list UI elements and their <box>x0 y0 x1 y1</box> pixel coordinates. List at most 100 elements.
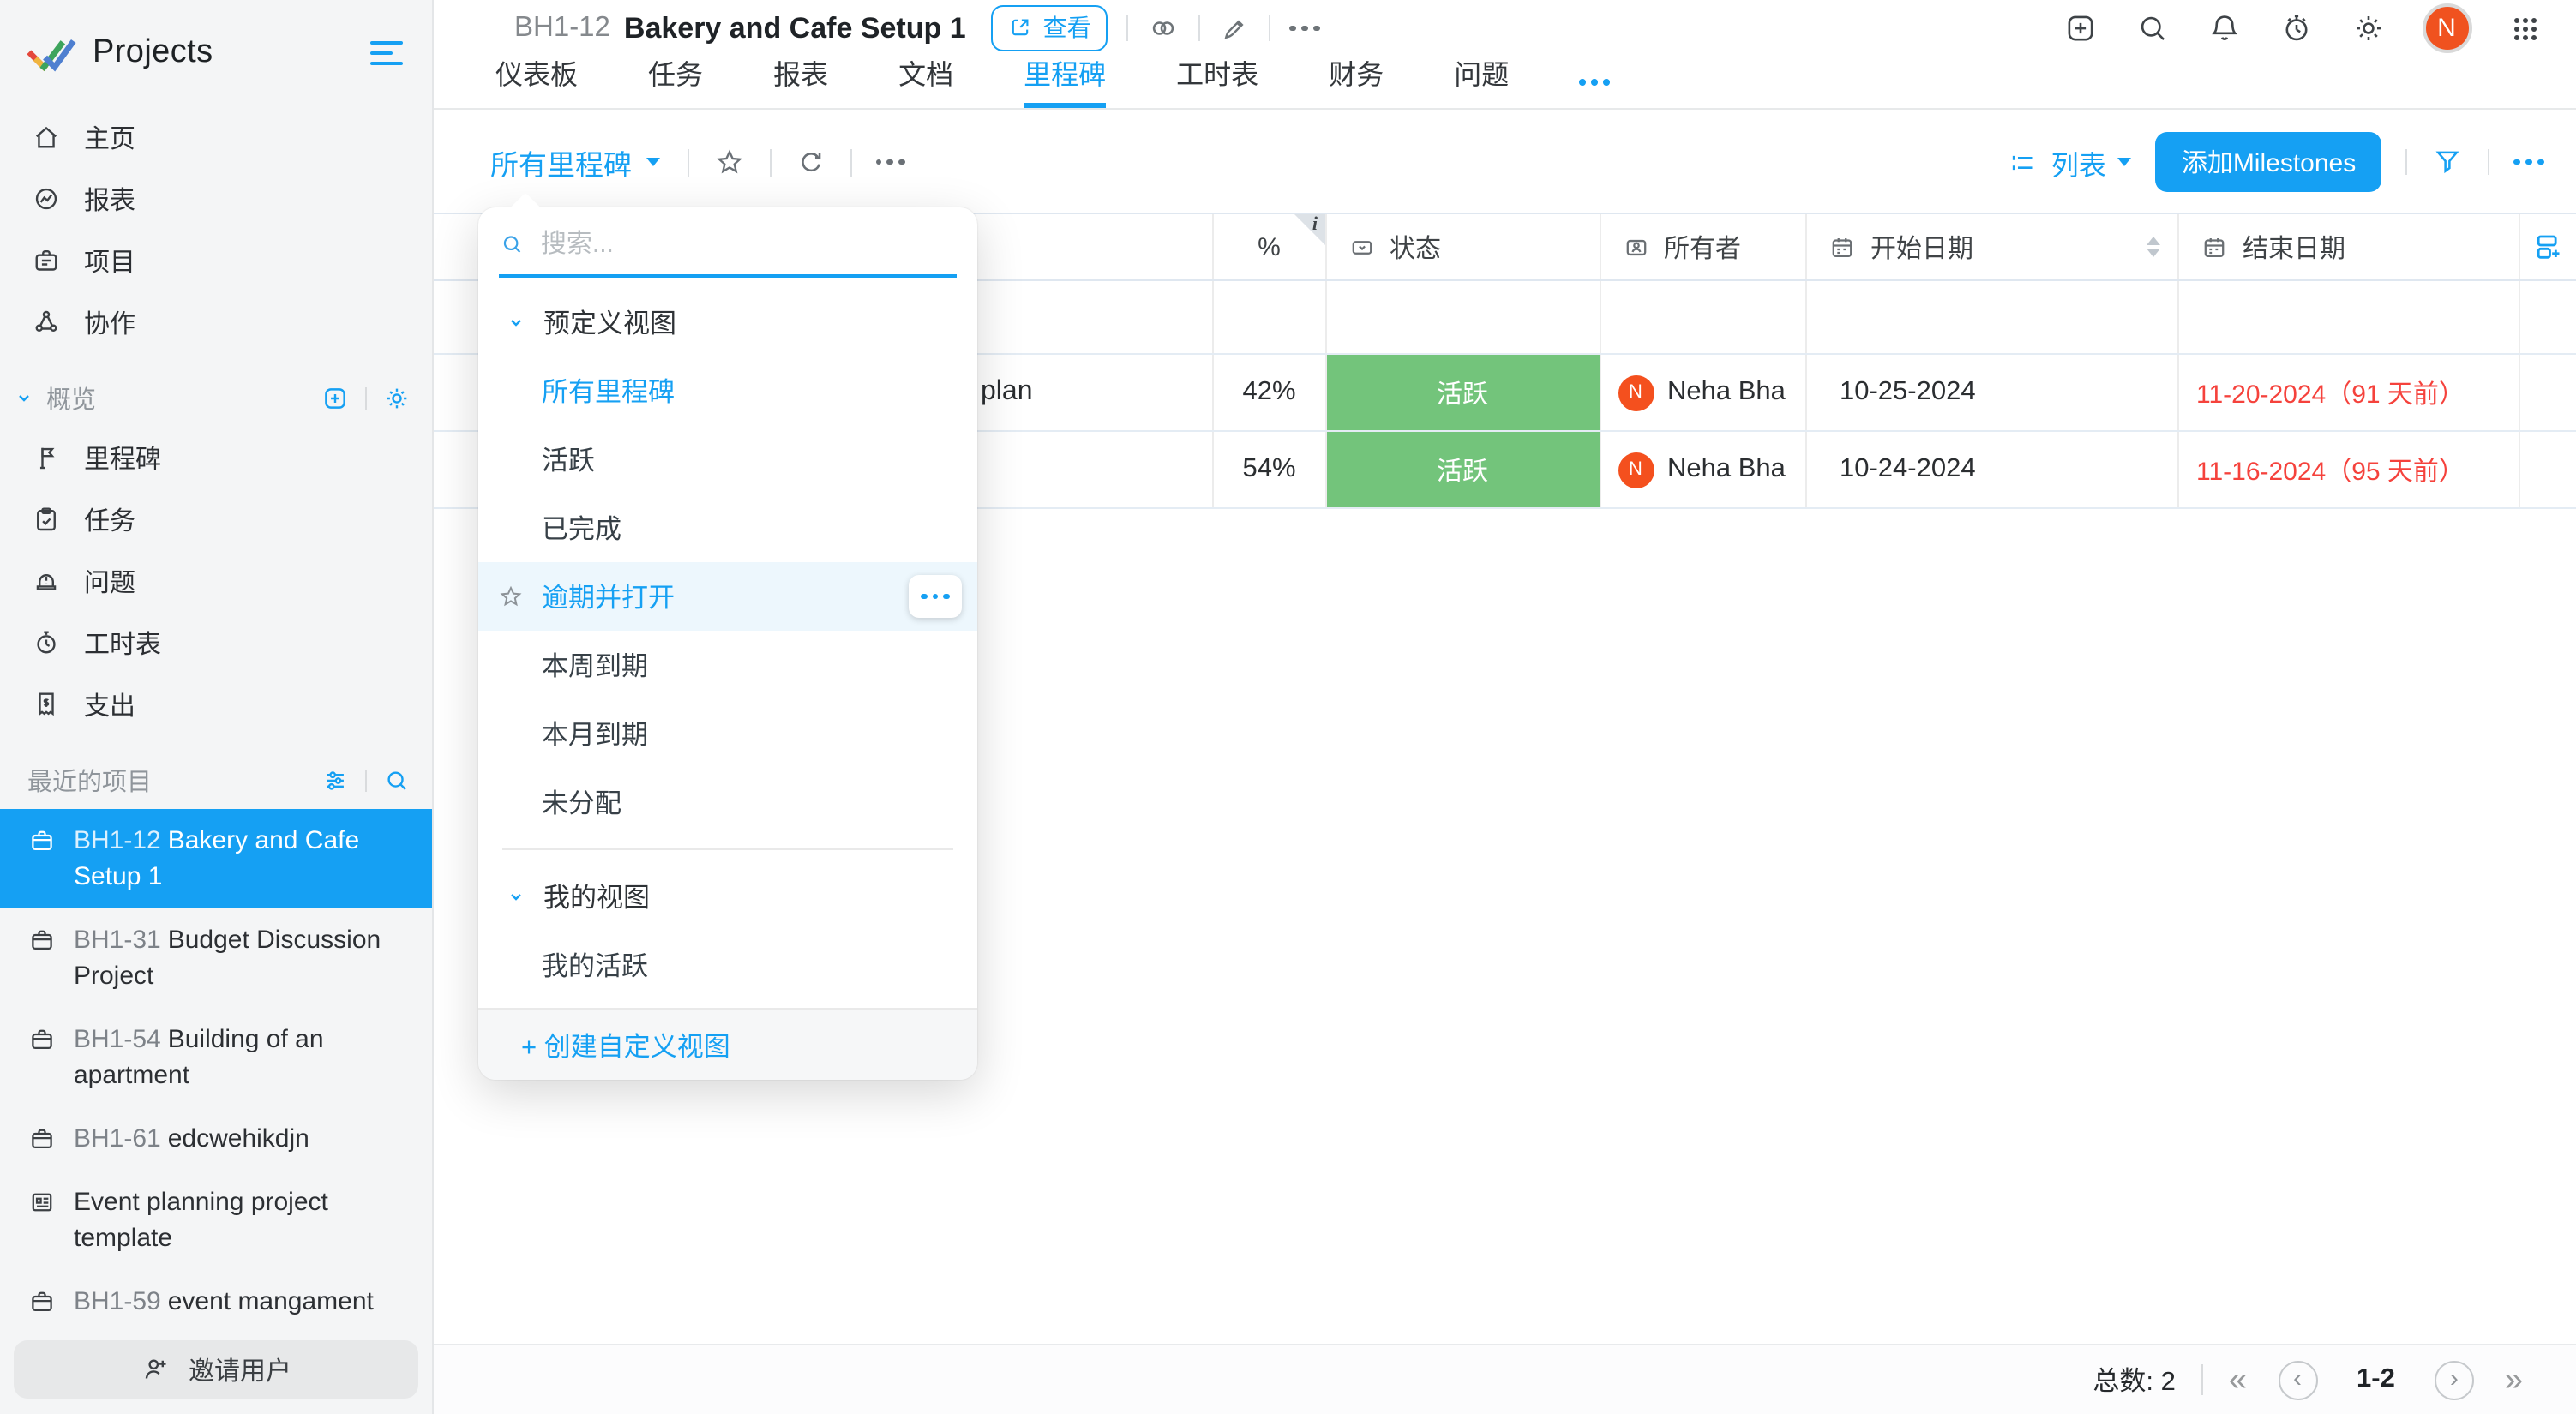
view-item-overdue-open[interactable]: 逾期并打开 <box>478 562 977 631</box>
column-header-end-date[interactable]: 结束日期 <box>2179 214 2519 279</box>
search-projects-icon[interactable] <box>382 765 411 794</box>
column-label: 结束日期 <box>2243 229 2345 265</box>
add-column-cell[interactable] <box>2519 214 2576 279</box>
sidebar-item-reports[interactable]: 报表 <box>0 168 432 230</box>
project-id-label: BH1-12 <box>514 12 610 45</box>
recent-projects-header: 最近的项目 <box>0 751 432 809</box>
tab-issues[interactable]: 问题 <box>1454 51 1509 108</box>
quick-add-icon[interactable] <box>2062 10 2098 46</box>
invite-user-icon <box>141 1354 171 1385</box>
settings-gear-icon[interactable] <box>382 383 411 412</box>
global-search-icon[interactable] <box>2134 10 2170 46</box>
status-badge[interactable]: 活跃 <box>1326 355 1599 430</box>
start-date: 10-24-2024 <box>1807 454 1976 485</box>
overview-section-header: 概览 <box>0 368 432 427</box>
toolbar-right-more-icon[interactable] <box>2513 159 2543 165</box>
search-input[interactable] <box>541 230 957 259</box>
view-project-label: 查看 <box>1043 10 1091 45</box>
sort-arrows-icon[interactable] <box>2147 237 2160 258</box>
chevron-down-icon[interactable] <box>14 387 34 408</box>
sidebar-item-expenses[interactable]: 支出 <box>0 674 432 735</box>
prev-page-icon[interactable]: ‹ <box>2278 1360 2317 1399</box>
chevron-down-icon <box>506 312 526 333</box>
sidebar-item-tasks[interactable]: 任务 <box>0 488 432 550</box>
tab-tasks[interactable]: 任务 <box>648 51 703 108</box>
layout-selector-label: 列表 <box>2051 141 2106 183</box>
view-item-more-button[interactable] <box>909 575 962 618</box>
panel-search <box>478 207 977 278</box>
sidebar-item-home[interactable]: 主页 <box>0 106 432 168</box>
view-item-active[interactable]: 活跃 <box>478 425 977 494</box>
refresh-icon[interactable] <box>795 147 826 177</box>
timer-clock-icon[interactable] <box>2278 10 2314 46</box>
column-header-owner[interactable]: 所有者 <box>1600 214 1807 279</box>
filter-funnel-icon[interactable] <box>2431 146 2464 178</box>
milestone-percent: 42% <box>1242 377 1295 408</box>
view-item-my-active[interactable]: 我的活跃 <box>478 931 977 999</box>
sidebar-item-label: 支出 <box>84 686 135 722</box>
tab-finance[interactable]: 财务 <box>1329 51 1384 108</box>
tab-milestones[interactable]: 里程碑 <box>1024 51 1106 108</box>
recent-project-row[interactable]: BH1-61edcwehikdjn <box>0 1107 432 1171</box>
app-grid-icon[interactable] <box>2507 11 2542 45</box>
tab-reports[interactable]: 报表 <box>773 51 828 108</box>
home-icon <box>31 122 62 153</box>
first-page-icon[interactable]: « <box>2229 1363 2247 1396</box>
view-item-all-milestones[interactable]: 所有里程碑 <box>478 356 977 425</box>
title-more-icon[interactable] <box>1290 25 1320 32</box>
recent-project-row[interactable]: BH1-59event mangament <box>0 1270 432 1318</box>
caret-down-icon <box>2118 158 2132 166</box>
create-custom-view-button[interactable]: + 创建自定义视图 <box>478 1008 977 1080</box>
tab-documents[interactable]: 文档 <box>898 51 953 108</box>
sidebar-item-milestones[interactable]: 里程碑 <box>0 427 432 488</box>
invite-user-button[interactable]: 邀请用户 <box>14 1340 418 1399</box>
view-item-unassigned[interactable]: 未分配 <box>478 768 977 836</box>
setup-gear-icon[interactable] <box>2350 10 2386 46</box>
view-item-completed[interactable]: 已完成 <box>478 494 977 562</box>
info-corner-icon[interactable] <box>1294 214 1324 245</box>
add-view-icon[interactable] <box>321 383 350 412</box>
recent-project-row[interactable]: BH1-12Bakery and Cafe Setup 1 <box>0 809 432 908</box>
sidebar-item-timesheets[interactable]: 工时表 <box>0 612 432 674</box>
search-icon <box>499 230 525 259</box>
view-selector-dropdown[interactable]: 所有里程碑 <box>490 141 659 183</box>
user-avatar[interactable]: N <box>2422 3 2471 53</box>
sidebar-item-projects[interactable]: 项目 <box>0 230 432 291</box>
signature-pen-icon[interactable] <box>1220 13 1251 44</box>
last-page-icon[interactable]: » <box>2505 1363 2523 1396</box>
predefined-views-header[interactable]: 预定义视图 <box>478 288 977 356</box>
add-milestones-button[interactable]: 添加Milestones <box>2156 132 2381 192</box>
star-icon[interactable] <box>497 583 525 610</box>
recent-project-row[interactable]: BH1-31Budget Discussion Project <box>0 908 432 1008</box>
my-views-header[interactable]: 我的视图 <box>478 862 977 931</box>
tabs-overflow-icon[interactable] <box>1579 79 1609 108</box>
recent-project-row[interactable]: BH1-54Building of an apartment <box>0 1008 432 1107</box>
view-project-button[interactable]: 查看 <box>992 5 1108 51</box>
column-header-status[interactable]: 状态 <box>1326 214 1600 279</box>
toolbar-more-icon[interactable] <box>875 159 905 165</box>
status-badge[interactable]: 活跃 <box>1326 432 1599 507</box>
sidebar-item-issues[interactable]: 问题 <box>0 550 432 612</box>
view-selector-label: 所有里程碑 <box>490 141 632 183</box>
sidebar-item-label: 主页 <box>84 119 135 155</box>
view-item-due-this-month[interactable]: 本月到期 <box>478 699 977 768</box>
column-header-percent[interactable]: % i <box>1214 214 1326 279</box>
recent-project-row[interactable]: Event planning project template <box>0 1171 432 1270</box>
tab-dashboard[interactable]: 仪表板 <box>495 51 578 108</box>
sidebar-item-collaboration[interactable]: 协作 <box>0 291 432 353</box>
notifications-bell-icon[interactable] <box>2206 10 2242 46</box>
column-header-start-date[interactable]: 开始日期 <box>1807 214 2179 279</box>
tasks-clipboard-icon <box>31 504 62 535</box>
link-chain-icon[interactable] <box>1148 12 1180 45</box>
start-date: 10-25-2024 <box>1807 377 1976 408</box>
sidebar-toggle-icon[interactable] <box>367 33 406 73</box>
brand-header: Projects <box>0 0 432 106</box>
tab-timesheets[interactable]: 工时表 <box>1176 51 1258 108</box>
next-page-icon[interactable]: › <box>2435 1360 2474 1399</box>
favorite-star-icon[interactable] <box>712 146 745 178</box>
project-briefcase-icon <box>27 1025 57 1054</box>
sliders-filter-icon[interactable] <box>321 765 350 794</box>
view-item-due-this-week[interactable]: 本周到期 <box>478 631 977 699</box>
status-field-icon <box>1347 232 1376 261</box>
layout-selector-dropdown[interactable]: 列表 <box>2009 141 2132 183</box>
